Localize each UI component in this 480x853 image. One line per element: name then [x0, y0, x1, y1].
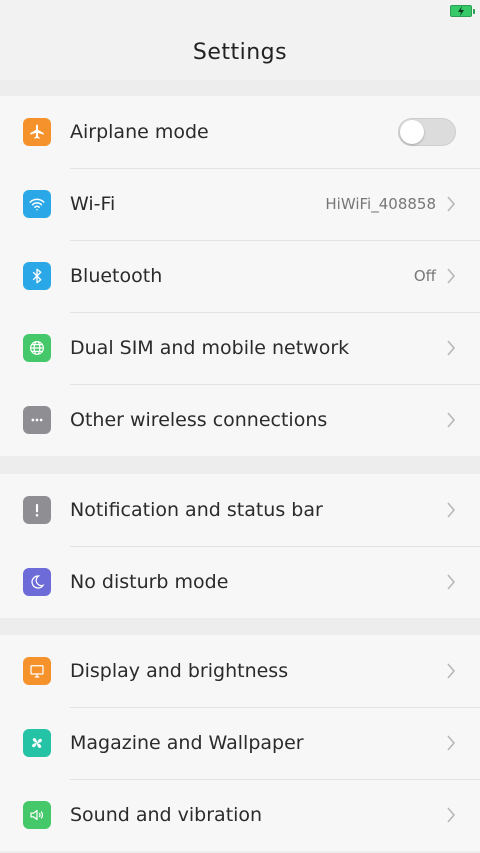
notifications-group: Notification and status bar No disturb m…: [0, 474, 480, 618]
wifi-label: Wi-Fi: [70, 193, 116, 215]
monitor-icon: [23, 657, 51, 685]
other-wireless-row[interactable]: Other wireless connections: [0, 384, 480, 456]
chevron-right-icon: [447, 268, 456, 284]
wireless-group: Airplane mode Wi-Fi HiWiFi_408858 Blueto…: [0, 96, 480, 456]
globe-icon: [23, 334, 51, 362]
chevron-right-icon: [447, 502, 456, 518]
sound-label: Sound and vibration: [70, 804, 263, 826]
chevron-right-icon: [447, 663, 456, 679]
notification-row[interactable]: Notification and status bar: [0, 474, 480, 546]
dual-sim-label: Dual SIM and mobile network: [70, 337, 350, 359]
bluetooth-icon: [23, 262, 51, 290]
chevron-right-icon: [447, 412, 456, 428]
pinwheel-icon: [23, 729, 51, 757]
exclamation-icon: [23, 496, 51, 524]
notification-label: Notification and status bar: [70, 499, 323, 521]
bluetooth-status: Off: [413, 267, 436, 285]
status-bar: [0, 0, 480, 24]
chevron-right-icon: [447, 807, 456, 823]
page-title: Settings: [192, 39, 288, 65]
other-wireless-label: Other wireless connections: [70, 409, 328, 431]
no-disturb-label: No disturb mode: [70, 571, 229, 593]
dual-sim-row[interactable]: Dual SIM and mobile network: [0, 312, 480, 384]
airplane-mode-toggle[interactable]: [398, 118, 456, 146]
bluetooth-row[interactable]: Bluetooth Off: [0, 240, 480, 312]
chevron-right-icon: [447, 340, 456, 356]
display-group: Display and brightness Magazine and Wall…: [0, 635, 480, 851]
wifi-network-name: HiWiFi_408858: [325, 195, 436, 213]
toggle-knob: [400, 120, 424, 144]
airplane-mode-row[interactable]: Airplane mode: [0, 96, 480, 168]
wifi-row[interactable]: Wi-Fi HiWiFi_408858: [0, 168, 480, 240]
chevron-right-icon: [447, 735, 456, 751]
magazine-label: Magazine and Wallpaper: [70, 732, 304, 754]
more-icon: [23, 406, 51, 434]
airplane-mode-label: Airplane mode: [70, 121, 209, 143]
bluetooth-label: Bluetooth: [70, 265, 163, 287]
app-header: Settings: [0, 24, 480, 80]
sound-row[interactable]: Sound and vibration: [0, 779, 480, 851]
wifi-icon: [23, 190, 51, 218]
moon-icon: [23, 568, 51, 596]
no-disturb-row[interactable]: No disturb mode: [0, 546, 480, 618]
display-row[interactable]: Display and brightness: [0, 635, 480, 707]
display-label: Display and brightness: [70, 660, 289, 682]
magazine-row[interactable]: Magazine and Wallpaper: [0, 707, 480, 779]
battery-charging-icon: [450, 5, 475, 17]
chevron-right-icon: [447, 574, 456, 590]
chevron-right-icon: [447, 196, 456, 212]
airplane-icon: [23, 118, 51, 146]
speaker-icon: [23, 801, 51, 829]
